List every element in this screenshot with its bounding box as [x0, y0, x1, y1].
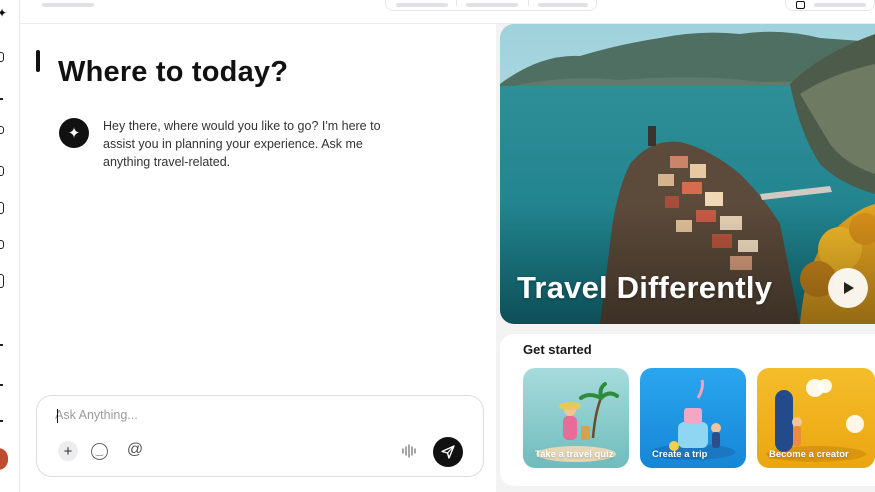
- saved-nav-icon[interactable]: [0, 166, 4, 176]
- become-creator-label: Become a creator: [769, 449, 849, 460]
- emoji-icon[interactable]: ‿: [91, 443, 108, 460]
- send-button[interactable]: [433, 437, 463, 467]
- hero-banner[interactable]: Travel Differently: [500, 24, 875, 324]
- get-started-title: Get started: [523, 342, 592, 357]
- account-label-placeholder: [814, 3, 866, 7]
- mode-tab-3[interactable]: [538, 3, 588, 7]
- app-window: ✦ Where to today? ✦ Hey there, where wou…: [0, 0, 875, 492]
- play-icon: [844, 282, 854, 294]
- divider: [528, 0, 529, 6]
- assistant-message: Hey there, where would you like to go? I…: [103, 119, 381, 169]
- sparkle-logo-icon[interactable]: ✦: [0, 6, 7, 20]
- messages-nav-icon[interactable]: [0, 240, 4, 249]
- side-rail: ✦: [0, 0, 20, 492]
- create-trip-card[interactable]: Create a trip: [640, 368, 746, 468]
- become-creator-card[interactable]: Become a creator: [757, 368, 875, 468]
- chat-panel: Where to today? ✦ Hey there, where would…: [20, 24, 496, 492]
- mode-tab-1[interactable]: [396, 3, 448, 7]
- hero-title: Travel Differently: [517, 270, 773, 305]
- travel-quiz-card[interactable]: Take a travel quiz: [523, 368, 629, 468]
- plus-icon[interactable]: +: [58, 441, 78, 461]
- voice-icon[interactable]: [399, 441, 419, 461]
- breadcrumb-placeholder: [42, 3, 94, 7]
- mode-switcher[interactable]: [385, 0, 597, 11]
- nav-icon-2[interactable]: [0, 98, 3, 100]
- account-button[interactable]: [785, 0, 875, 11]
- avatar[interactable]: [0, 448, 8, 470]
- create-trip-label: Create a trip: [652, 449, 708, 460]
- divider: [456, 0, 457, 6]
- ask-input[interactable]: [55, 408, 395, 422]
- play-button[interactable]: [828, 268, 868, 308]
- page-title: Where to today?: [58, 56, 289, 88]
- at-icon[interactable]: @: [125, 440, 145, 460]
- travel-quiz-label: Take a travel quiz: [535, 449, 614, 460]
- get-started-section: Get started Take a travel quiz Create a …: [500, 334, 875, 486]
- trips-nav-icon[interactable]: [0, 202, 4, 214]
- message-composer: + ‿ @: [36, 395, 484, 477]
- mode-tab-2[interactable]: [466, 3, 518, 7]
- assistant-sparkle-icon: ✦: [59, 118, 89, 148]
- nav-icon-more[interactable]: [0, 420, 3, 422]
- panel-marker: [36, 50, 40, 72]
- lock-icon: [796, 1, 805, 9]
- home-nav-icon[interactable]: [0, 52, 4, 62]
- text-caret: [57, 409, 58, 423]
- nav-icon-settings[interactable]: [0, 344, 3, 346]
- notifications-nav-icon[interactable]: [0, 274, 4, 288]
- top-bar: [20, 0, 875, 24]
- send-icon: [441, 445, 455, 459]
- nav-icon-help[interactable]: [0, 384, 3, 386]
- explore-nav-icon[interactable]: [0, 126, 4, 134]
